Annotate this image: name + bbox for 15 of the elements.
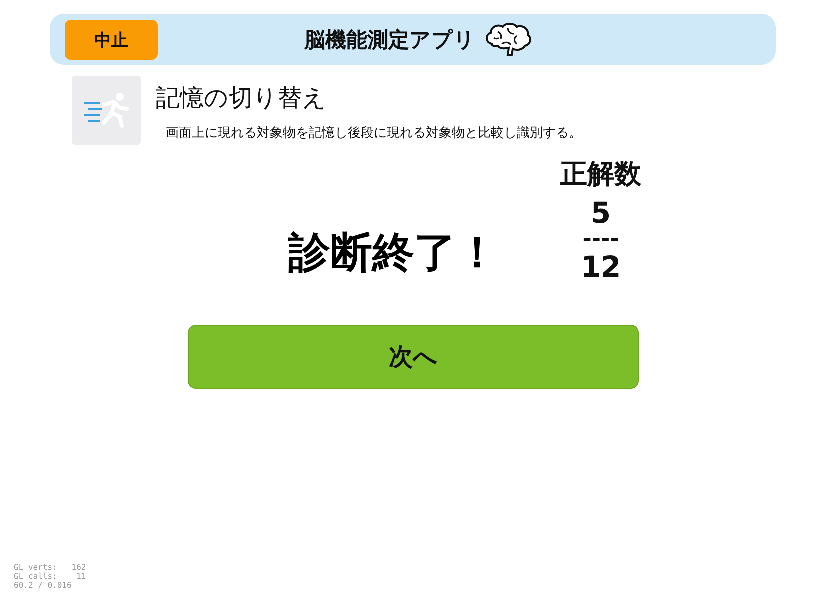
next-button[interactable]: 次へ xyxy=(188,325,639,389)
debug-stats: GL calls: 11 xyxy=(14,572,88,581)
task-description: 画面上に現れる対象物を記憶し後段に現れる対象物と比較し識別する。 xyxy=(166,125,582,142)
total-count: 12 xyxy=(580,249,622,285)
app-title: 脳機能測定アプリ xyxy=(304,26,476,54)
abort-button[interactable]: 中止 xyxy=(65,20,158,60)
correct-count: 5 xyxy=(590,195,612,231)
task-name: 記憶の切り替え xyxy=(156,83,328,114)
debug-stats: 60.2 / 0.016 xyxy=(14,581,73,590)
score-label: 正解数 xyxy=(560,158,642,192)
finished-message: 診断終了！ xyxy=(288,227,498,279)
fraction-divider: ---- xyxy=(582,231,620,249)
running-person-icon xyxy=(82,90,132,130)
brain-icon xyxy=(484,22,532,58)
debug-stats: GL verts: 162 xyxy=(14,563,88,572)
